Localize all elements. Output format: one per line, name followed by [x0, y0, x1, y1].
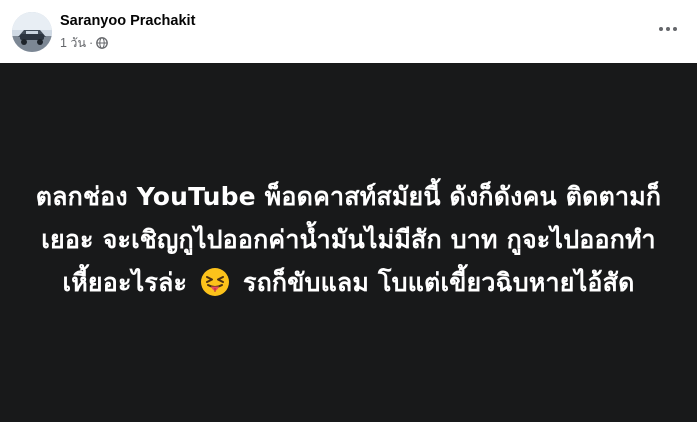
more-options-button[interactable] [653, 14, 683, 44]
meta-separator: · [89, 36, 94, 50]
avatar-image [12, 12, 52, 52]
post-header: Saranyoo Prachakit 1 วัน · [0, 0, 697, 63]
more-horizontal-icon [659, 27, 677, 31]
author-name[interactable]: Saranyoo Prachakit [60, 13, 195, 29]
post-timestamp[interactable]: 1 วัน [60, 33, 86, 53]
post-text: ตลกช่อง YouTube พ็อดคาสท์สมัยนี้ ดังก็ดั… [29, 175, 669, 304]
squinting-face-with-tongue-emoji-icon [200, 267, 230, 297]
post-meta: 1 วัน · [60, 33, 109, 53]
globe-icon[interactable] [96, 37, 109, 49]
post-text-part-2: รถก็ขับแลม โบแต่เขี้ยวฉิบหายไอ้สัด [242, 268, 635, 297]
avatar[interactable] [12, 12, 52, 52]
post-body: ตลกช่อง YouTube พ็อดคาสท์สมัยนี้ ดังก็ดั… [0, 63, 697, 422]
